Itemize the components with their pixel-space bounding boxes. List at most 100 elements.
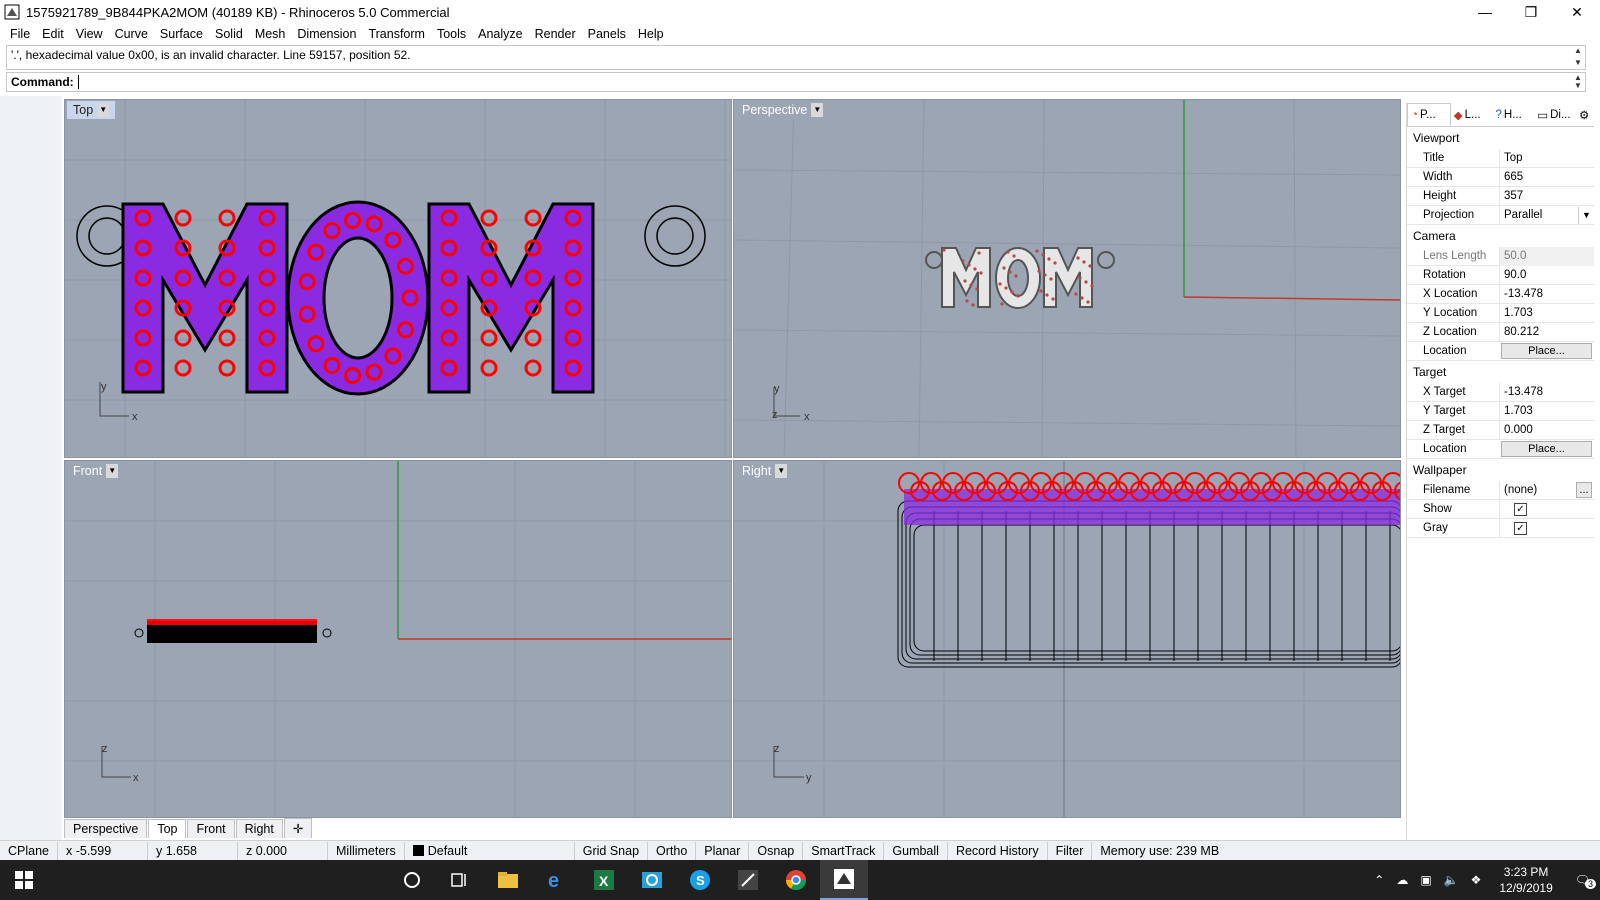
- tray-chevron-up-icon[interactable]: ⌃: [1368, 873, 1390, 887]
- prop-width-field[interactable]: 665: [1499, 167, 1594, 187]
- menu-curve[interactable]: Curve: [109, 27, 154, 41]
- network-icon[interactable]: ▣: [1414, 873, 1437, 887]
- panel-tab-help[interactable]: ? H...: [1493, 103, 1535, 126]
- prop-yloc-field[interactable]: 1.703: [1499, 303, 1594, 323]
- viewport-top-title[interactable]: Top ▼: [67, 101, 116, 119]
- cplane-status[interactable]: CPlane: [0, 841, 58, 860]
- gem-marker: [218, 359, 236, 377]
- history-scroll-down-icon[interactable]: ▼: [1571, 58, 1585, 68]
- command-scroll-down-icon[interactable]: ▼: [1571, 81, 1585, 91]
- viewport-front-title[interactable]: Front ▼: [67, 462, 125, 480]
- add-viewport-tab-icon[interactable]: ✛: [283, 818, 313, 838]
- pen-tool-icon[interactable]: [724, 860, 772, 900]
- viewport-front-menu-arrow-icon[interactable]: ▼: [106, 464, 119, 478]
- planar-toggle[interactable]: Planar: [696, 841, 750, 860]
- prop-height-field[interactable]: 357: [1499, 186, 1594, 206]
- record-history-toggle[interactable]: Record History: [948, 841, 1048, 860]
- row-filename: Filename (none)...: [1407, 480, 1594, 500]
- menu-dimension[interactable]: Dimension: [291, 27, 362, 41]
- volume-icon[interactable]: 🔈: [1438, 873, 1465, 887]
- prop-xtarget-field[interactable]: -13.478: [1499, 382, 1594, 402]
- onedrive-cloud-icon[interactable]: ☁: [1390, 873, 1414, 887]
- viewport-right-title[interactable]: Right ▼: [736, 462, 794, 480]
- prop-ztarget-field[interactable]: 0.000: [1499, 420, 1594, 440]
- menu-solid[interactable]: Solid: [209, 27, 249, 41]
- prop-zloc-field[interactable]: 80.212: [1499, 322, 1594, 342]
- chrome-icon[interactable]: [772, 860, 820, 900]
- tab-front[interactable]: Front: [187, 819, 235, 838]
- panel-tab-layers-label: L...: [1464, 108, 1481, 121]
- menu-transform[interactable]: Transform: [362, 27, 431, 41]
- viewport-perspective[interactable]: Perspective ▼ y z x: [733, 99, 1401, 458]
- excel-icon[interactable]: X: [580, 860, 628, 900]
- menu-mesh[interactable]: Mesh: [249, 27, 292, 41]
- filter-toggle[interactable]: Filter: [1048, 841, 1093, 860]
- target-place-button[interactable]: Place...: [1501, 441, 1592, 457]
- menu-file[interactable]: File: [4, 27, 36, 41]
- units-status[interactable]: Millimeters: [328, 841, 405, 860]
- prop-filename-field[interactable]: (none): [1499, 480, 1574, 500]
- gumball-toggle[interactable]: Gumball: [884, 841, 948, 860]
- minimize-button[interactable]: —: [1462, 0, 1508, 24]
- viewport-front[interactable]: Front ▼ z x: [64, 460, 732, 818]
- gem-dot: [1014, 274, 1018, 278]
- gray-checkbox[interactable]: ✓: [1514, 521, 1527, 535]
- notifications-icon[interactable]: 🗨 3: [1565, 873, 1600, 889]
- menu-help[interactable]: Help: [632, 27, 670, 41]
- restore-button[interactable]: ❐: [1508, 0, 1554, 24]
- layer-status[interactable]: Default: [405, 841, 575, 860]
- panel-tab-properties[interactable]: ◔ P...: [1407, 103, 1451, 126]
- edge-browser-icon[interactable]: e: [532, 860, 580, 900]
- prop-xloc-field[interactable]: -13.478: [1499, 284, 1594, 304]
- panel-settings-gear-icon[interactable]: ⚙: [1576, 103, 1594, 126]
- gem-marker: [524, 209, 542, 227]
- menu-tools[interactable]: Tools: [431, 27, 472, 41]
- close-button[interactable]: ✕: [1554, 0, 1600, 24]
- viewport-right[interactable]: Right ▼ z y: [733, 460, 1401, 818]
- viewport-top[interactable]: Top ▼ y x: [64, 99, 732, 458]
- prop-projection-select[interactable]: Parallel: [1499, 205, 1578, 225]
- section-viewport: Viewport: [1413, 131, 1460, 145]
- gem-dot: [1080, 296, 1084, 300]
- command-line[interactable]: Command: ▲ ▼: [6, 72, 1586, 92]
- history-scroll-up-icon[interactable]: ▲: [1571, 46, 1585, 56]
- menu-analyze[interactable]: Analyze: [472, 27, 528, 41]
- viewport-right-menu-arrow-icon[interactable]: ▼: [775, 464, 788, 478]
- browse-wallpaper-button[interactable]: ...: [1576, 482, 1592, 498]
- system-clock[interactable]: 3:23 PM 12/9/2019: [1487, 864, 1564, 896]
- projection-dropdown-icon[interactable]: ▼: [1578, 206, 1594, 224]
- prop-ytarget-field[interactable]: 1.703: [1499, 401, 1594, 421]
- viewport-perspective-title[interactable]: Perspective ▼: [736, 101, 830, 119]
- task-view-icon[interactable]: [436, 860, 484, 900]
- panel-tab-layers[interactable]: ◆ L...: [1451, 103, 1493, 126]
- show-checkbox[interactable]: ✓: [1514, 502, 1527, 516]
- camera-place-button[interactable]: Place...: [1501, 343, 1592, 359]
- panel-tab-display[interactable]: ▭ Di...: [1534, 103, 1576, 126]
- menu-edit[interactable]: Edit: [36, 27, 70, 41]
- skype-icon[interactable]: S: [676, 860, 724, 900]
- row-ztarget: Z Target 0.000: [1407, 420, 1594, 440]
- file-explorer-icon[interactable]: [484, 860, 532, 900]
- prop-rotation-label: Rotation: [1423, 269, 1466, 281]
- ortho-toggle[interactable]: Ortho: [648, 841, 697, 860]
- rhino-taskbar-icon[interactable]: [820, 860, 868, 900]
- menu-panels[interactable]: Panels: [582, 27, 632, 41]
- viewport-perspective-menu-arrow-icon[interactable]: ▼: [811, 103, 824, 117]
- grid-snap-toggle[interactable]: Grid Snap: [575, 841, 649, 860]
- smarttrack-toggle[interactable]: SmartTrack: [803, 841, 885, 860]
- menu-render[interactable]: Render: [529, 27, 582, 41]
- tab-perspective[interactable]: Perspective: [64, 819, 148, 838]
- gem-dot: [1039, 289, 1043, 293]
- menu-surface[interactable]: Surface: [154, 27, 209, 41]
- cortana-search-icon[interactable]: [388, 860, 436, 900]
- osnap-toggle[interactable]: Osnap: [749, 841, 804, 860]
- tab-right[interactable]: Right: [235, 819, 283, 838]
- tab-top[interactable]: Top: [148, 819, 187, 838]
- windows-start-icon[interactable]: [0, 860, 48, 900]
- prop-title-field[interactable]: Top: [1499, 148, 1594, 168]
- viewport-top-menu-arrow-icon[interactable]: ▼: [97, 103, 110, 117]
- prop-rotation-field[interactable]: 90.0: [1499, 265, 1594, 285]
- app-blue-icon[interactable]: [628, 860, 676, 900]
- dropbox-icon[interactable]: ❖: [1465, 873, 1488, 887]
- menu-view[interactable]: View: [70, 27, 109, 41]
